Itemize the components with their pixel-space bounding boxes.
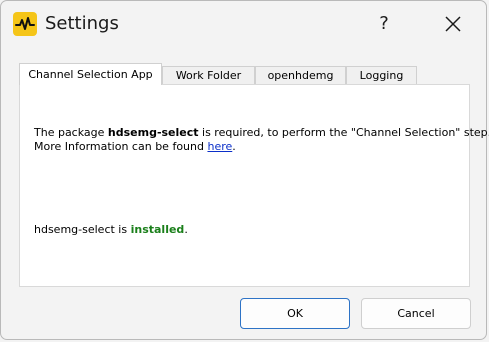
more-info-prefix: More Information can be found [34, 140, 208, 153]
cancel-button[interactable]: Cancel [361, 298, 471, 329]
package-required-suffix: is required, to perform the "Channel Sel… [198, 126, 489, 139]
more-info-link[interactable]: here [207, 140, 232, 153]
install-status-text: hdsemg-select is installed. [34, 223, 188, 237]
more-info-suffix: . [232, 140, 236, 153]
settings-dialog: Settings ? Channel Selection App Work Fo… [0, 0, 489, 340]
pulse-icon [13, 12, 37, 36]
install-status-value: installed [130, 223, 185, 236]
package-required-text: The package hdsemg-select is required, t… [34, 126, 489, 140]
title-bar: Settings ? [1, 1, 488, 47]
tab-work-folder[interactable]: Work Folder [162, 66, 255, 85]
tab-logging[interactable]: Logging [346, 66, 417, 85]
window-title: Settings [45, 13, 119, 34]
help-button[interactable]: ? [372, 12, 396, 36]
tab-openhdemg[interactable]: openhdemg [255, 66, 346, 85]
tab-channel-selection-app[interactable]: Channel Selection App [19, 63, 162, 85]
tab-panel-channel-selection-app: The package hdsemg-select is required, t… [19, 84, 489, 287]
close-icon [445, 16, 461, 32]
close-button[interactable] [439, 12, 467, 36]
ok-button[interactable]: OK [240, 298, 350, 329]
more-info-text: More Information can be found here. [34, 140, 236, 154]
package-name: hdsemg-select [107, 126, 199, 139]
install-status-prefix: hdsemg-select is [34, 223, 131, 236]
package-required-prefix: The package [34, 126, 108, 139]
install-status-suffix: . [184, 223, 188, 236]
